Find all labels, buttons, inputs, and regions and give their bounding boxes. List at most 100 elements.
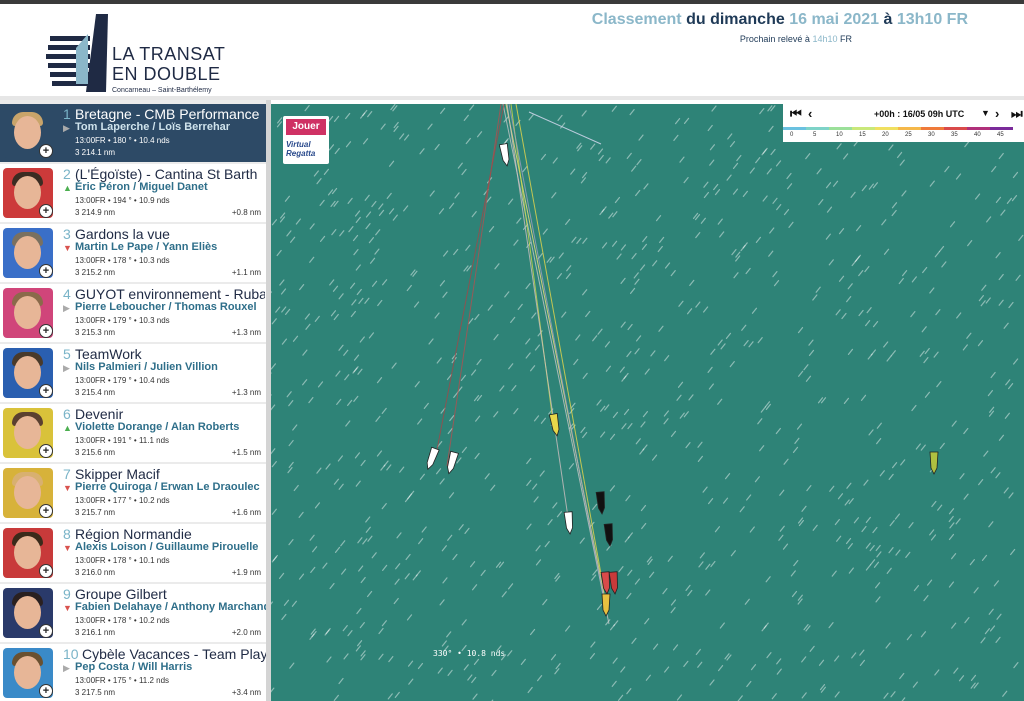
- race-map[interactable]: Jouer Virtual Regatta ⏮ ‹ +00h : 16/05 0…: [271, 104, 1024, 701]
- wind-streak: [281, 306, 287, 313]
- step-back-icon[interactable]: ‹: [808, 106, 812, 121]
- skipper-avatar[interactable]: +: [3, 528, 53, 578]
- map-canvas[interactable]: [271, 104, 1024, 701]
- add-icon[interactable]: +: [39, 564, 53, 578]
- play-widget[interactable]: Jouer Virtual Regatta: [283, 116, 329, 164]
- wind-streak: [929, 287, 935, 294]
- wind-streak: [868, 183, 874, 190]
- boat-name[interactable]: Cybèle Vacances - Team Play to B: [82, 646, 271, 662]
- ranking-row[interactable]: +3 Gardons la vue ▼ Martin Le Pape / Yann E…: [0, 224, 266, 282]
- add-icon[interactable]: +: [39, 144, 53, 158]
- skipper-avatar[interactable]: +: [3, 588, 53, 638]
- wind-streak: [356, 288, 362, 296]
- boat-name[interactable]: GUYOT environnement - Ruban Rose: [75, 286, 265, 302]
- wind-streak: [627, 323, 633, 331]
- boat-name[interactable]: Skipper Macif: [75, 466, 265, 482]
- ranking-row[interactable]: +10Cybèle Vacances - Team Play to B ▶ Pep …: [0, 644, 271, 701]
- skipper-avatar[interactable]: +: [3, 228, 53, 278]
- wind-streak: [775, 160, 782, 167]
- step-forward-icon[interactable]: ›: [995, 106, 999, 121]
- wind-streak: [678, 300, 684, 307]
- ranking-row[interactable]: +9 Groupe Gilbert ▼ Fabien Delahaye / Antho…: [0, 584, 270, 642]
- wind-streak: [627, 422, 633, 430]
- rewind-start-icon[interactable]: ⏮: [790, 106, 802, 122]
- boat-info: 13:00FR • 178 ° • 10.2 nds: [75, 616, 170, 625]
- wind-streak: [981, 284, 987, 291]
- wind-scale-tick: 45: [997, 132, 1004, 138]
- wind-streak: [391, 362, 397, 369]
- add-icon[interactable]: +: [39, 684, 53, 698]
- wind-streak: [627, 532, 633, 539]
- forward-end-icon[interactable]: ⏭: [1011, 106, 1023, 122]
- wind-streak: [1008, 492, 1014, 499]
- wind-streak: [520, 658, 526, 665]
- wind-streak: [788, 221, 794, 228]
- time-dropdown-icon[interactable]: ▼: [981, 108, 990, 118]
- wind-streak: [329, 582, 335, 590]
- wind-streak: [847, 283, 853, 290]
- boat-name[interactable]: Groupe Gilbert: [75, 586, 265, 602]
- wind-streak: [757, 418, 763, 425]
- skipper-avatar[interactable]: +: [3, 468, 53, 518]
- boat-name[interactable]: Devenir: [75, 406, 265, 422]
- wind-streak: [476, 131, 483, 138]
- ranking-row[interactable]: +2 (L'Égoïste) - Cantina St Barth ▲ Éric Pé…: [0, 164, 266, 222]
- ranking-row[interactable]: +5 TeamWork ▶ Nils Palmieri / Julien Villio…: [0, 344, 266, 402]
- wind-streak: [633, 272, 639, 279]
- wind-streak: [875, 596, 881, 603]
- wind-streak: [356, 640, 363, 647]
- add-icon[interactable]: +: [39, 504, 53, 518]
- wind-streak: [452, 553, 458, 561]
- ranking-row[interactable]: +7 Skipper Macif ▼ Pierre Quiroga / Erwan L…: [0, 464, 266, 522]
- wind-streak: [501, 591, 507, 598]
- add-icon[interactable]: +: [39, 444, 53, 458]
- event-logo[interactable]: LA TRANSAT EN DOUBLE Concarneau – Saint-…: [46, 14, 246, 98]
- boat-name[interactable]: (L'Égoïste) - Cantina St Barth: [75, 166, 265, 182]
- skipper-avatar[interactable]: +: [3, 108, 53, 158]
- wind-streak: [355, 216, 361, 224]
- ranking-row[interactable]: +8 Région Normandie ▼ Alexis Loison / Guill…: [0, 524, 266, 582]
- wind-streak: [748, 341, 754, 348]
- avatar-face: [14, 536, 41, 569]
- rank-number: 3: [63, 226, 71, 242]
- play-button[interactable]: Jouer: [286, 119, 326, 135]
- wind-streak: [298, 511, 304, 518]
- skipper-avatar[interactable]: +: [3, 648, 53, 698]
- skipper-avatar[interactable]: +: [3, 348, 53, 398]
- wind-streak: [812, 294, 818, 301]
- add-icon[interactable]: +: [39, 204, 53, 218]
- wind-streak: [687, 589, 693, 597]
- time-selector[interactable]: +00h : 16/05 09h UTC: [874, 109, 964, 119]
- wind-streak: [896, 151, 903, 159]
- wind-streak: [883, 341, 889, 348]
- boat-name[interactable]: Gardons la vue: [75, 226, 265, 242]
- wind-streak: [926, 579, 933, 586]
- wind-streak: [834, 691, 840, 698]
- add-icon[interactable]: +: [39, 264, 53, 278]
- skipper-avatar[interactable]: +: [3, 168, 53, 218]
- skipper-avatar[interactable]: +: [3, 288, 53, 338]
- add-icon[interactable]: +: [39, 384, 53, 398]
- skipper-avatar[interactable]: +: [3, 408, 53, 458]
- ranking-row[interactable]: +4GUYOT environnement - Ruban Rose ▶ Pierr…: [0, 284, 266, 342]
- boat-name[interactable]: Région Normandie: [75, 526, 265, 542]
- add-icon[interactable]: +: [39, 324, 53, 338]
- wind-streak: [525, 282, 531, 290]
- wind-streak: [360, 459, 366, 467]
- trend-icon: ▲: [63, 183, 72, 193]
- ranking-row[interactable]: +1 Bretagne - CMB Performance ▶ Tom Laperch…: [0, 104, 266, 162]
- trend-icon: ▼: [63, 483, 72, 493]
- wind-streak: [938, 245, 945, 253]
- add-icon[interactable]: +: [39, 624, 53, 638]
- wind-streak: [744, 598, 750, 605]
- wind-streak: [762, 147, 768, 155]
- wind-streak: [434, 312, 440, 319]
- wind-streak: [338, 483, 344, 490]
- ranking-row[interactable]: +6 Devenir ▲ Violette Dorange / Alan Robert…: [0, 404, 266, 462]
- skippers: Éric Péron / Miguel Danet: [75, 181, 208, 193]
- boat-name[interactable]: Bretagne - CMB Performance: [75, 106, 265, 122]
- wind-streak: [338, 344, 344, 351]
- wind-streak: [371, 200, 377, 208]
- boat-name[interactable]: TeamWork: [75, 346, 265, 362]
- wind-streak: [534, 344, 541, 351]
